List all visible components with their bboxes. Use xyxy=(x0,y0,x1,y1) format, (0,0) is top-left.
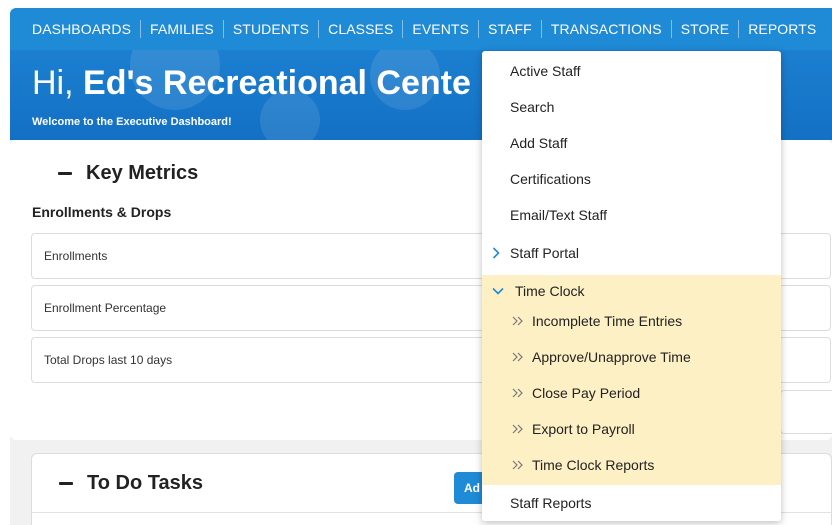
nav-families[interactable]: FAMILIES xyxy=(150,21,214,37)
menu-item-certifications[interactable]: Certifications xyxy=(482,161,781,197)
todo-tasks-header[interactable]: To Do Tasks xyxy=(59,472,203,495)
top-nav: DASHBOARDS FAMILIES STUDENTS CLASSES EVE… xyxy=(10,8,832,50)
nav-students[interactable]: STUDENTS xyxy=(233,21,309,37)
menu-item-label: Approve/Unapprove Time xyxy=(532,349,691,365)
double-chevron-right-icon xyxy=(512,339,524,375)
menu-item-label: Staff Reports xyxy=(510,495,592,511)
greeting-text: Hi, xyxy=(32,64,74,102)
menu-item-label: Staff Portal xyxy=(510,245,580,261)
menu-item-staff-reports[interactable]: Staff Reports xyxy=(482,485,781,521)
double-chevron-right-icon xyxy=(512,375,524,411)
time-clock-submenu: Time Clock Incomplete Time Entries Appro… xyxy=(482,275,781,485)
metric-row xyxy=(780,390,832,434)
enrollments-heading: Enrollments & Drops xyxy=(32,204,172,220)
metric-label: Enrollments xyxy=(44,249,108,263)
nav-divider xyxy=(540,20,542,38)
nav-divider xyxy=(222,20,224,38)
todo-tasks-title: To Do Tasks xyxy=(87,472,203,494)
nav-divider xyxy=(318,20,320,38)
nav-divider xyxy=(402,20,404,38)
nav-reports[interactable]: REPORTS xyxy=(748,21,816,37)
nav-store[interactable]: STORE xyxy=(681,21,729,37)
nav-staff[interactable]: STAFF xyxy=(488,21,532,37)
menu-item-email-text-staff[interactable]: Email/Text Staff xyxy=(482,197,781,233)
nav-divider xyxy=(478,20,480,38)
menu-item-staff-portal[interactable]: Staff Portal xyxy=(482,235,781,271)
menu-item-incomplete-time-entries[interactable]: Incomplete Time Entries xyxy=(482,303,781,339)
menu-item-label: Add Staff xyxy=(510,135,568,151)
nav-transactions[interactable]: TRANSACTIONS xyxy=(551,21,662,37)
double-chevron-right-icon xyxy=(512,447,524,483)
menu-item-approve-unapprove-time[interactable]: Approve/Unapprove Time xyxy=(482,339,781,375)
menu-item-close-pay-period[interactable]: Close Pay Period xyxy=(482,375,781,411)
banner-subtitle: Welcome to the Executive Dashboard! xyxy=(32,116,232,128)
menu-item-label: Email/Text Staff xyxy=(510,207,608,223)
nav-divider xyxy=(738,20,740,38)
menu-item-time-clock-reports[interactable]: Time Clock Reports xyxy=(482,447,781,483)
nav-dashboards[interactable]: DASHBOARDS xyxy=(32,21,131,37)
menu-item-label: Time Clock Reports xyxy=(532,457,655,473)
nav-classes[interactable]: CLASSES xyxy=(328,21,393,37)
collapse-icon[interactable] xyxy=(59,482,73,485)
chevron-right-icon xyxy=(492,235,500,271)
menu-item-label: Time Clock xyxy=(515,283,585,299)
staff-dropdown-menu: Active Staff Search Add Staff Certificat… xyxy=(482,51,781,521)
nav-divider xyxy=(140,20,142,38)
collapse-icon[interactable] xyxy=(58,172,72,175)
menu-item-search[interactable]: Search xyxy=(482,89,781,125)
menu-item-active-staff[interactable]: Active Staff xyxy=(482,53,781,89)
menu-item-add-staff[interactable]: Add Staff xyxy=(482,125,781,161)
menu-item-label: Active Staff xyxy=(510,63,581,79)
metric-label: Total Drops last 10 days xyxy=(44,353,173,367)
key-metrics-title: Key Metrics xyxy=(86,162,199,184)
key-metrics-header[interactable]: Key Metrics xyxy=(58,162,198,185)
menu-item-label: Incomplete Time Entries xyxy=(532,313,683,329)
menu-item-export-to-payroll[interactable]: Export to Payroll xyxy=(482,411,781,447)
menu-item-label: Search xyxy=(510,99,555,115)
menu-item-label: Export to Payroll xyxy=(532,421,635,437)
nav-events[interactable]: EVENTS xyxy=(412,21,469,37)
org-name: Ed's Recreational Cente xyxy=(83,64,471,102)
metric-label: Enrollment Percentage xyxy=(44,301,167,315)
double-chevron-right-icon xyxy=(512,303,524,339)
nav-divider xyxy=(670,20,672,38)
double-chevron-right-icon xyxy=(512,411,524,447)
page-title: Hi, Ed's Recreational Cente xyxy=(32,64,471,103)
menu-item-label: Close Pay Period xyxy=(532,385,641,401)
menu-item-label: Certifications xyxy=(510,171,591,187)
